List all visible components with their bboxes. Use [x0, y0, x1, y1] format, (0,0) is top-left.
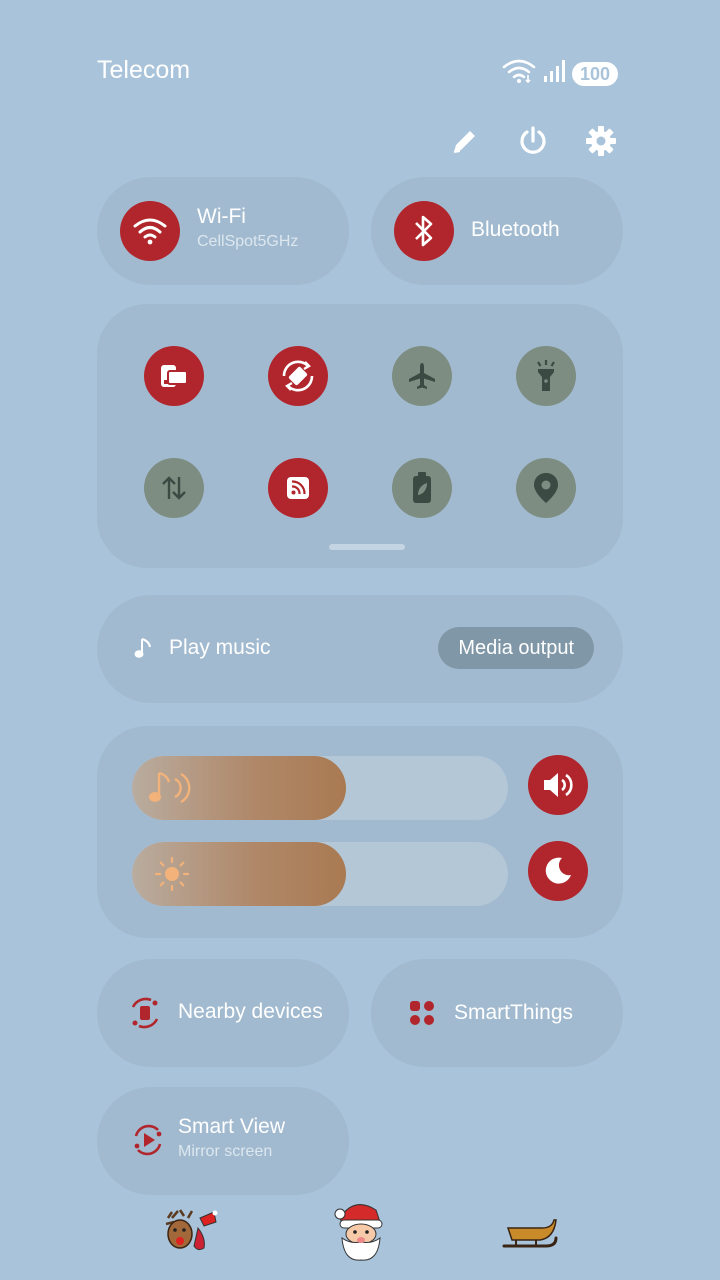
santa-sticker — [332, 1200, 388, 1267]
media-tile[interactable]: Play music Media output — [97, 595, 623, 703]
settings-icon[interactable] — [582, 122, 620, 160]
smart-view-icon — [130, 1122, 166, 1163]
power-saving-icon[interactable] — [392, 458, 452, 518]
music-volume-icon — [148, 769, 196, 812]
bluetooth-icon[interactable] — [394, 201, 454, 261]
auto-rotate-icon[interactable] — [268, 346, 328, 406]
power-icon[interactable] — [514, 122, 552, 160]
carrier-label: Telecom — [97, 56, 191, 84]
wifi-network-name: CellSpot5GHz — [197, 233, 299, 250]
speaker-icon[interactable] — [528, 755, 588, 815]
smartthings-tile[interactable]: SmartThings — [371, 959, 623, 1067]
smart-view-subtitle: Mirror screen — [178, 1143, 273, 1160]
reindeer-sticker — [160, 1208, 220, 1261]
nearby-devices-tile[interactable]: Nearby devices — [97, 959, 349, 1067]
sleigh-sticker — [502, 1214, 558, 1259]
media-output-button[interactable]: Media output — [438, 627, 594, 669]
nfc-icon[interactable] — [268, 458, 328, 518]
smartthings-icon — [408, 999, 436, 1032]
wifi-title: Wi-Fi — [197, 205, 246, 228]
brightness-slider[interactable] — [132, 842, 508, 906]
nearby-devices-icon — [127, 995, 163, 1036]
dark-mode-icon[interactable] — [528, 841, 588, 901]
bluetooth-title: Bluetooth — [471, 218, 560, 241]
smart-view-title: Smart View — [178, 1115, 285, 1138]
signal-icon — [542, 59, 566, 88]
play-music-label: Play music — [169, 636, 271, 659]
panel-actions — [446, 122, 620, 160]
airplane-icon[interactable] — [392, 346, 452, 406]
volume-slider[interactable] — [132, 756, 508, 820]
wifi-tile[interactable]: Wi-Fi CellSpot5GHz — [97, 177, 349, 285]
smart-view-tile[interactable]: Smart View Mirror screen — [97, 1087, 349, 1195]
mobile-data-icon[interactable] — [144, 458, 204, 518]
nearby-devices-title: Nearby devices — [178, 1000, 323, 1023]
panel-expand-handle[interactable] — [329, 544, 405, 550]
flashlight-icon[interactable] — [516, 346, 576, 406]
music-note-icon — [133, 636, 155, 665]
screen-share-icon[interactable] — [144, 346, 204, 406]
quick-settings-panel — [97, 304, 623, 568]
bluetooth-tile[interactable]: Bluetooth — [371, 177, 623, 285]
location-icon[interactable] — [516, 458, 576, 518]
sliders-panel — [97, 726, 623, 938]
battery-icon: 100 — [571, 61, 618, 86]
status-icons: 100 — [502, 58, 618, 89]
wifi-icon[interactable] — [120, 201, 180, 261]
smartthings-title: SmartThings — [454, 1001, 574, 1024]
wifi-icon — [502, 58, 536, 89]
sun-icon — [154, 856, 190, 897]
edit-icon[interactable] — [446, 122, 484, 160]
